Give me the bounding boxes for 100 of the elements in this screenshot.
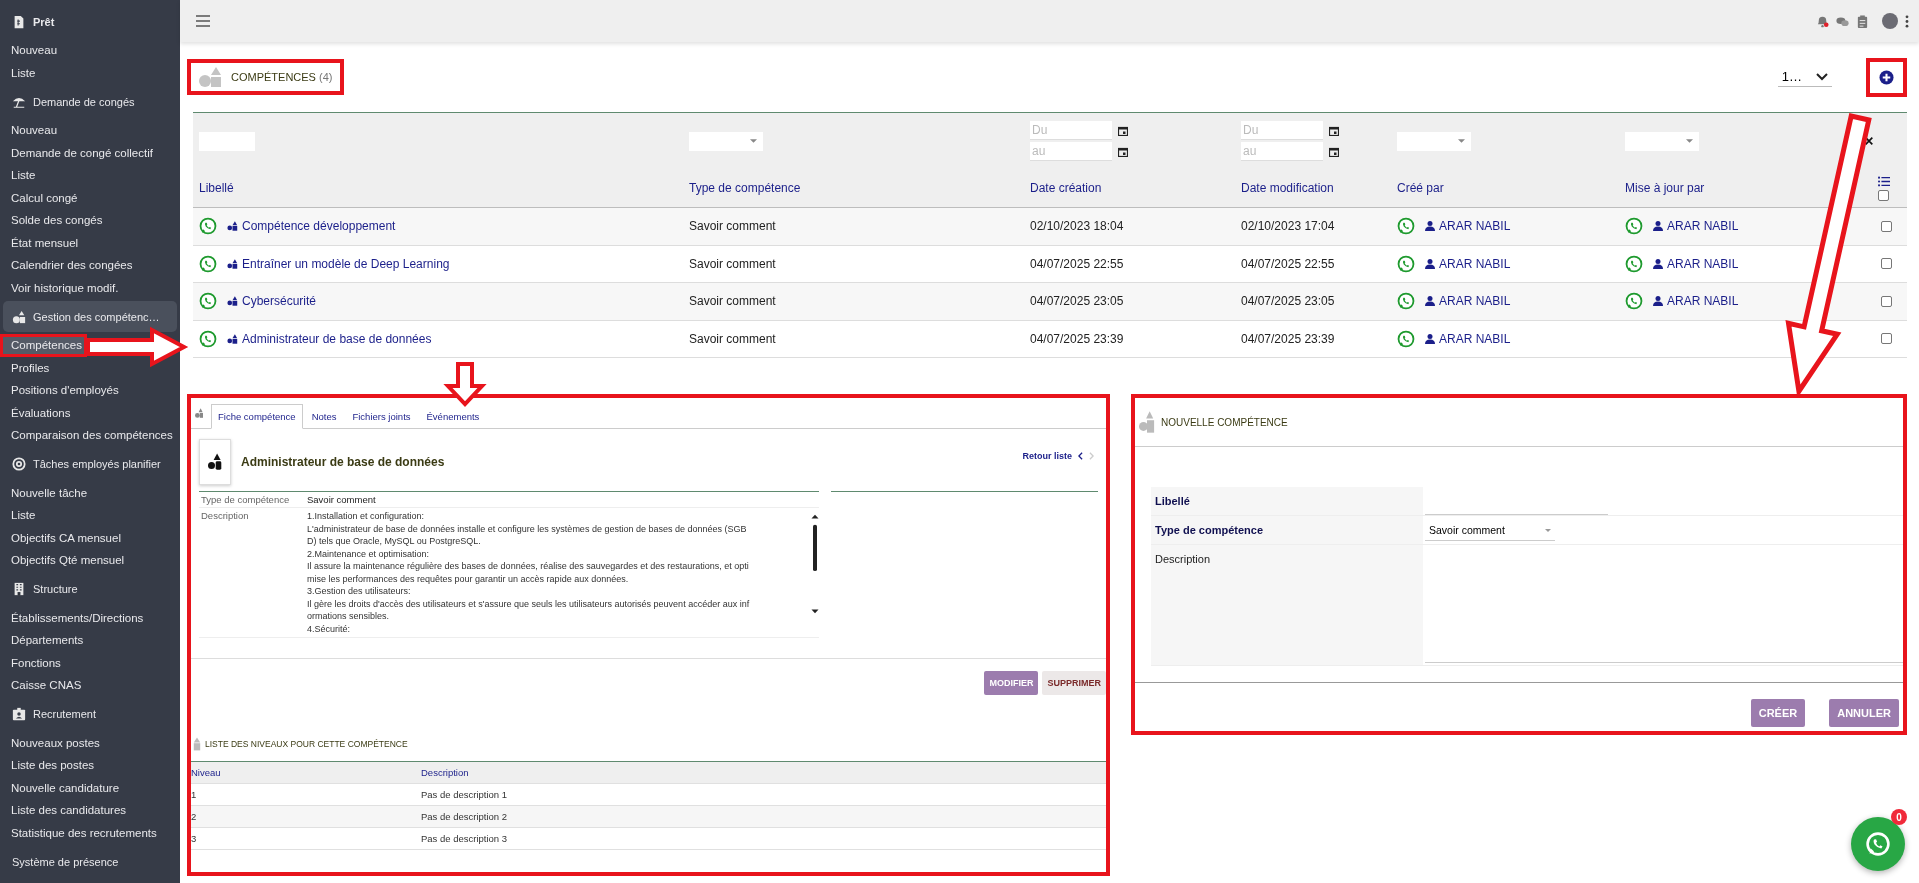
sidebar-item[interactable]: Nouveau [0,39,180,62]
more-options-icon[interactable] [1905,14,1909,28]
menu-icon[interactable] [196,15,210,27]
sidebar-section[interactable]: Recrutement [3,698,177,730]
scrollbar[interactable] [811,514,819,614]
sidebar-item[interactable]: Profiles [0,356,180,379]
phone-chat-icon[interactable] [199,292,217,311]
phone-chat-icon[interactable] [1397,329,1415,348]
sidebar-item[interactable]: Compétences [0,334,87,357]
competence-link[interactable]: Cybersécurité [242,294,317,309]
sidebar-item[interactable]: Objectifs CA mensuel [0,526,180,549]
sidebar-item[interactable]: Comparaison des compétences [0,424,180,447]
column-header[interactable]: Date création [1024,181,1235,195]
calendar-icon[interactable] [1329,146,1339,157]
sidebar-item[interactable]: Liste des postes [0,754,180,777]
sidebar-item[interactable]: Voir historique modif. [0,276,180,299]
tab[interactable]: Événements [419,404,487,429]
row-checkbox[interactable] [1881,333,1892,345]
user-link[interactable]: ARAR NABIL [1439,331,1511,346]
competence-link[interactable]: Administrateur de base de données [242,331,432,346]
previous-icon[interactable] [1078,452,1083,460]
sidebar-item[interactable]: Nouvelle tâche [0,481,180,504]
sidebar-item[interactable]: Statistique des recrutements [0,821,180,844]
chat-bubbles-icon[interactable] [1836,14,1849,28]
clipboard-icon[interactable] [1856,14,1869,28]
phone-chat-icon[interactable] [199,329,217,348]
type-select[interactable]: Savoir comment [1425,518,1555,541]
phone-chat-icon[interactable] [1625,254,1643,273]
page-size-select[interactable]: 1… [1777,67,1832,87]
sidebar-item[interactable]: Établissements/Directions [0,606,180,629]
sidebar-item[interactable]: Nouveaux postes [0,731,180,754]
edit-button[interactable]: MODIFIER [984,671,1039,695]
phone-chat-icon[interactable] [199,217,217,236]
date-field[interactable]: au [1030,142,1112,161]
create-button[interactable]: CRÉER [1750,699,1806,727]
sidebar-item[interactable]: Fonctions [0,651,180,674]
user-link[interactable]: ARAR NABIL [1439,219,1511,234]
sidebar-item[interactable]: Nouveau [0,119,180,142]
calendar-icon[interactable] [1118,125,1128,136]
competence-link[interactable]: Entraîner un modèle de Deep Learning [242,256,450,271]
select-all-checkbox[interactable] [1878,189,1889,201]
user-link[interactable]: ARAR NABIL [1667,256,1739,271]
sidebar-item[interactable]: Liste des candidatures [0,799,180,822]
column-header[interactable]: Date modification [1235,181,1391,195]
user-link[interactable]: ARAR NABIL [1439,294,1511,309]
sidebar-item[interactable]: Liste [0,61,180,84]
sidebar-section[interactable]: Gestion des compétenc… [3,301,177,332]
close-icon[interactable] [1864,136,1874,146]
cancel-button[interactable]: ANNULER [1829,699,1899,727]
delete-button[interactable]: SUPPRIMER [1042,671,1106,695]
bell-icon[interactable] [1816,14,1829,28]
column-header[interactable]: Type de compétence [683,181,1024,195]
phone-chat-icon[interactable] [1625,217,1643,236]
date-field[interactable]: Du [1030,121,1112,140]
sidebar-item[interactable]: Caisse CNAS [0,674,180,697]
phone-chat-icon[interactable] [199,254,217,273]
date-field[interactable]: Du [1241,121,1323,140]
sidebar-item[interactable]: Départements [0,629,180,652]
sidebar-section[interactable]: Structure [3,573,177,605]
row-checkbox[interactable] [1881,295,1892,307]
tab[interactable]: Notes [304,404,344,429]
phone-chat-icon[interactable] [1397,217,1415,236]
sidebar-section[interactable]: Système de présence [3,846,177,877]
sidebar-item[interactable]: Calendrier des congées [0,254,180,277]
user-link[interactable]: ARAR NABIL [1439,256,1511,271]
sidebar-item[interactable]: Positions d'employés [0,379,180,402]
column-header[interactable]: Description [421,767,469,778]
phone-chat-icon[interactable] [1625,292,1643,311]
column-header[interactable]: Libellé [193,181,683,195]
sidebar-item[interactable]: Liste [0,504,180,527]
tab[interactable]: Fiche compétence [211,404,303,429]
sidebar-item[interactable]: Liste [0,164,180,187]
sidebar-item[interactable]: Demande de congé collectif [0,141,180,164]
phone-chat-icon[interactable] [1397,292,1415,311]
calendar-icon[interactable] [1118,146,1128,157]
list-icon[interactable] [1877,175,1890,187]
add-icon[interactable] [1879,69,1894,85]
date-field[interactable]: au [1241,142,1323,161]
competence-link[interactable]: Compétence développement [242,219,396,234]
avatar[interactable] [1882,13,1898,29]
phone-chat-icon[interactable] [1397,254,1415,273]
tab[interactable]: Fichiers joints [345,404,418,429]
user-link[interactable]: ARAR NABIL [1667,219,1739,234]
back-to-list-link[interactable]: Retour liste [1022,451,1072,461]
sidebar-item[interactable]: Nouvelle candidature [0,776,180,799]
row-checkbox[interactable] [1881,258,1892,270]
sidebar-item[interactable]: État mensuel [0,231,180,254]
sidebar-item[interactable]: Solde des congés [0,209,180,232]
column-header[interactable]: Créé par [1391,181,1619,195]
sidebar-section[interactable]: Prêt [3,6,177,37]
sidebar-item[interactable]: Objectifs Qté mensuel [0,549,180,572]
sidebar-item[interactable]: Évaluations [0,401,180,424]
column-header[interactable]: Niveau [191,767,421,778]
sidebar-item[interactable]: Calcul congé [0,186,180,209]
calendar-icon[interactable] [1329,125,1339,136]
user-link[interactable]: ARAR NABIL [1667,294,1739,309]
sidebar-section[interactable]: Demande de congés [3,86,177,117]
column-header[interactable]: Mise à jour par [1619,181,1860,195]
sidebar-section[interactable]: Tâches employés planifier [3,448,177,480]
row-checkbox[interactable] [1881,220,1892,232]
